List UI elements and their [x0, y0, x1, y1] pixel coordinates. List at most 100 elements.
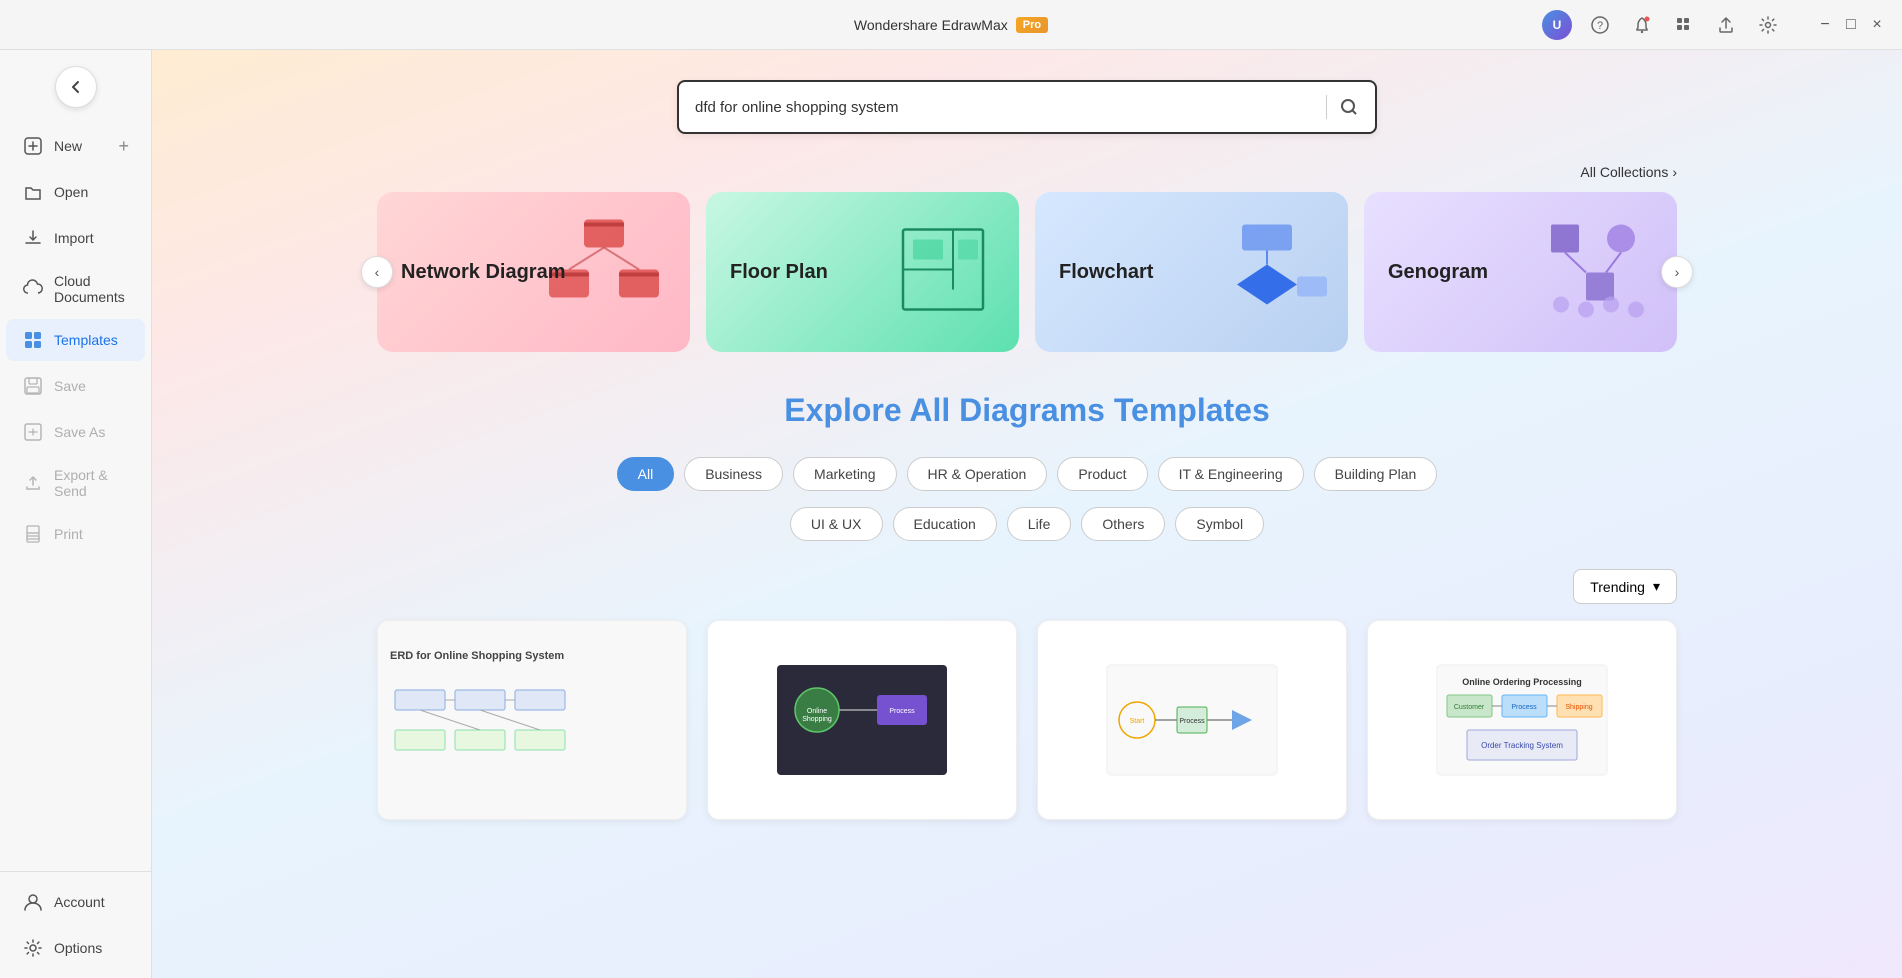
cloud-icon: [22, 278, 44, 300]
svg-text:Online Ordering Processing: Online Ordering Processing: [1462, 677, 1582, 687]
user-avatar[interactable]: U: [1542, 10, 1572, 40]
explore-title: Explore All Diagrams Templates: [784, 392, 1270, 429]
sidebar-item-options[interactable]: Options: [6, 927, 145, 969]
template-grid: ERD for Online Shopping System: [377, 620, 1677, 820]
sidebar-item-print[interactable]: Print: [6, 513, 145, 555]
filter-tab-all[interactable]: All: [617, 457, 675, 491]
filter-tab-education[interactable]: Education: [893, 507, 997, 541]
flowchart-illustration: [1202, 215, 1332, 330]
open-label: Open: [54, 184, 88, 200]
sidebar-item-new[interactable]: New +: [6, 125, 145, 167]
search-input[interactable]: [695, 99, 1314, 116]
carousel-next-button[interactable]: ›: [1661, 256, 1693, 288]
export-label: Export & Send: [54, 467, 129, 499]
svg-text:Online: Online: [807, 708, 827, 715]
filter-tab-product[interactable]: Product: [1057, 457, 1147, 491]
template-card-3[interactable]: Start Process: [1037, 620, 1347, 820]
filter-tab-life[interactable]: Life: [1007, 507, 1072, 541]
cloud-label: Cloud Documents: [54, 273, 129, 305]
template-card-4-content: Online Ordering Processing Customer Proc…: [1368, 621, 1676, 819]
search-button[interactable]: [1339, 97, 1359, 117]
maximize-button[interactable]: □: [1842, 16, 1860, 34]
templates-label: Templates: [54, 332, 118, 348]
print-icon: [22, 523, 44, 545]
apps-icon[interactable]: [1670, 11, 1698, 39]
carousel-track: Network Diagram: [377, 192, 1677, 352]
print-label: Print: [54, 526, 83, 542]
carousel-card-network-label: Network Diagram: [401, 259, 566, 285]
save-label: Save: [54, 378, 86, 394]
settings-icon[interactable]: [1754, 11, 1782, 39]
trending-label: Trending: [1590, 579, 1645, 595]
sidebar-item-account[interactable]: Account: [6, 881, 145, 923]
svg-text:Start: Start: [1130, 718, 1145, 725]
help-icon[interactable]: ?: [1586, 11, 1614, 39]
floor-plan-illustration: [883, 215, 1003, 330]
back-button[interactable]: [55, 66, 97, 108]
all-collections-link[interactable]: All Collections ›: [1580, 164, 1677, 180]
template-card-1-content: ERD for Online Shopping System: [378, 621, 686, 819]
carousel-card-genogram[interactable]: Genogram: [1364, 192, 1677, 352]
filter-tab-others[interactable]: Others: [1081, 507, 1165, 541]
carousel-card-network[interactable]: Network Diagram: [377, 192, 690, 352]
new-label: New: [54, 138, 82, 154]
export-icon: [22, 472, 44, 494]
carousel-card-floorplan[interactable]: Floor Plan: [706, 192, 1019, 352]
filter-tab-business[interactable]: Business: [684, 457, 783, 491]
sidebar-item-import[interactable]: Import: [6, 217, 145, 259]
svg-text:Process: Process: [1511, 704, 1537, 711]
share-icon[interactable]: [1712, 11, 1740, 39]
filter-tab-symbol[interactable]: Symbol: [1175, 507, 1264, 541]
import-icon: [22, 227, 44, 249]
trending-dropdown[interactable]: Trending ▾: [1573, 569, 1677, 604]
sidebar: New + Open Im: [0, 50, 152, 978]
genogram-illustration: [1531, 215, 1661, 330]
saveas-icon: [22, 421, 44, 443]
import-label: Import: [54, 230, 94, 246]
sidebar-item-open[interactable]: Open: [6, 171, 145, 213]
filter-tabs-row2: UI & UX Education Life Others Symbol: [790, 507, 1264, 541]
filter-tab-marketing[interactable]: Marketing: [793, 457, 896, 491]
account-label: Account: [54, 894, 105, 910]
sidebar-item-cloud[interactable]: Cloud Documents: [6, 263, 145, 315]
trending-row: Trending ▾: [377, 569, 1677, 604]
carousel-prev-button[interactable]: ‹: [361, 256, 393, 288]
svg-text:Customer: Customer: [1454, 704, 1485, 711]
carousel-card-flowchart-label: Flowchart: [1059, 259, 1153, 285]
svg-text:Process: Process: [889, 708, 915, 715]
notification-icon[interactable]: [1628, 11, 1656, 39]
pro-badge: Pro: [1016, 17, 1048, 33]
sidebar-item-save[interactable]: Save: [6, 365, 145, 407]
carousel-card-genogram-label: Genogram: [1388, 259, 1488, 285]
carousel-card-floorplan-label: Floor Plan: [730, 259, 828, 285]
svg-text:?: ?: [1597, 20, 1603, 32]
minimize-button[interactable]: −: [1816, 16, 1834, 34]
saveas-label: Save As: [54, 424, 105, 440]
svg-text:Shopping: Shopping: [802, 716, 832, 723]
filter-tab-building[interactable]: Building Plan: [1314, 457, 1438, 491]
search-box: [677, 80, 1377, 134]
templates-icon: [22, 329, 44, 351]
template-card-1[interactable]: ERD for Online Shopping System: [377, 620, 687, 820]
filter-tab-hr[interactable]: HR & Operation: [907, 457, 1048, 491]
svg-text:Order Tracking System: Order Tracking System: [1481, 741, 1563, 750]
sidebar-item-export[interactable]: Export & Send: [6, 457, 145, 509]
carousel-wrapper: ‹ Network Diagram: [377, 192, 1677, 352]
filter-tab-uiux[interactable]: UI & UX: [790, 507, 883, 541]
save-icon: [22, 375, 44, 397]
window-controls[interactable]: − □ ×: [1816, 16, 1886, 34]
trending-chevron-icon: ▾: [1653, 578, 1660, 595]
template-card-4[interactable]: Online Ordering Processing Customer Proc…: [1367, 620, 1677, 820]
account-icon: [22, 891, 44, 913]
close-button[interactable]: ×: [1868, 16, 1886, 34]
sidebar-item-saveas[interactable]: Save As: [6, 411, 145, 453]
carousel-title-row: All Collections ›: [377, 164, 1677, 180]
sidebar-bottom: Account Options: [0, 871, 151, 970]
sidebar-item-templates[interactable]: Templates: [6, 319, 145, 361]
filter-tab-it[interactable]: IT & Engineering: [1158, 457, 1304, 491]
carousel-card-flowchart[interactable]: Flowchart: [1035, 192, 1348, 352]
options-label: Options: [54, 940, 102, 956]
template-card-2[interactable]: Online Shopping Process: [707, 620, 1017, 820]
carousel-container: All Collections › ‹ Network Diagram: [377, 164, 1677, 352]
new-icon: [22, 135, 44, 157]
